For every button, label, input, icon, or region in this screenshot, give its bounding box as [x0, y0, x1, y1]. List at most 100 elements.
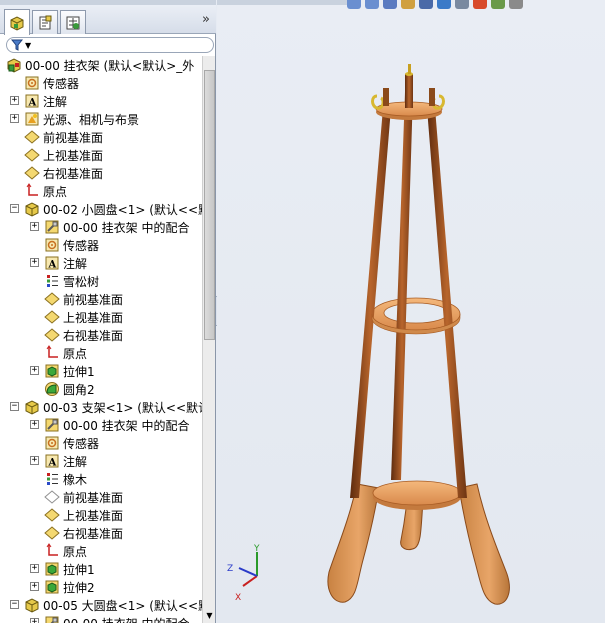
- expand-icon[interactable]: +: [30, 420, 39, 429]
- plane-icon: [44, 309, 60, 325]
- tree-item-label: 右视基准面: [43, 166, 104, 181]
- plane-gray-icon: [44, 489, 60, 505]
- tree-item-label: 注解: [63, 454, 88, 469]
- tree-item[interactable]: 前视基准面: [24, 128, 103, 146]
- tree-item-label: 雪松树: [63, 274, 100, 289]
- sensor-icon: [24, 75, 40, 91]
- tree-item[interactable]: 右视基准面: [44, 524, 123, 542]
- tree-item[interactable]: 原点: [44, 344, 87, 362]
- tree-item[interactable]: 圆角2: [44, 380, 95, 398]
- tree-item-label: 00-00 挂衣架 (默认<默认>_外: [25, 58, 195, 73]
- tree-item[interactable]: 原点: [44, 542, 87, 560]
- annotation-icon: A: [44, 255, 60, 271]
- triad-y-label: Y: [253, 544, 260, 554]
- expand-icon[interactable]: +: [30, 618, 39, 623]
- tree-item[interactable]: 前视基准面: [44, 488, 123, 506]
- plane-icon: [44, 291, 60, 307]
- expand-icon[interactable]: +: [30, 258, 39, 267]
- property-manager-icon: [39, 15, 52, 29]
- extrude-icon: [44, 561, 60, 577]
- property-manager-tab[interactable]: [32, 10, 58, 34]
- expand-icon[interactable]: +: [30, 582, 39, 591]
- origin-icon: [24, 183, 40, 199]
- tree-item[interactable]: +00-00 挂衣架 中的配合: [30, 218, 190, 236]
- view-triad: Y X Z: [227, 544, 260, 603]
- tree-item-label: 注解: [43, 94, 68, 109]
- tree-item-label: 原点: [43, 184, 68, 199]
- tree-item[interactable]: − 00-05 大圆盘<1> (默认<<默: [10, 596, 202, 614]
- tree-item-label: 橡木: [63, 472, 88, 487]
- tree-item[interactable]: 传感器: [44, 434, 99, 452]
- tree-item-label: 上视基准面: [43, 148, 104, 163]
- long-legs: [350, 92, 467, 498]
- expand-icon[interactable]: +: [30, 366, 39, 375]
- tree-item[interactable]: 传感器: [44, 236, 99, 254]
- mates-icon: [44, 219, 60, 235]
- triad-z-label: Z: [227, 564, 233, 574]
- part-icon: [24, 399, 40, 415]
- tree-item[interactable]: + A 注解: [10, 92, 68, 110]
- model-canvas: Y X Z: [227, 64, 510, 605]
- tree-item[interactable]: 右视基准面: [44, 326, 123, 344]
- tree-scrollbar[interactable]: ▼: [202, 56, 215, 623]
- assembly-icon: [6, 57, 22, 73]
- collapse-icon[interactable]: −: [10, 204, 19, 213]
- scrollbar-thumb[interactable]: [204, 70, 215, 340]
- tree-item[interactable]: +00-00 挂衣架 中的配合: [30, 416, 190, 434]
- graphics-viewport[interactable]: Y X Z: [217, 0, 605, 623]
- tree-item-label: 拉伸2: [63, 580, 95, 595]
- extrude-icon: [44, 579, 60, 595]
- tree-filter[interactable]: ▼: [6, 37, 214, 53]
- tree-item-label: 上视基准面: [63, 508, 124, 523]
- feature-manager-tab[interactable]: [4, 9, 30, 35]
- tree-item[interactable]: +00-00 挂衣架 中的配合: [30, 614, 190, 623]
- expand-icon[interactable]: +: [30, 564, 39, 573]
- tree-item[interactable]: 雪松树: [44, 272, 99, 290]
- tree-item[interactable]: − 00-03 支架<1> (默认<<默认: [10, 398, 202, 416]
- tree-item-label: 右视基准面: [63, 328, 124, 343]
- fillet-icon: [44, 381, 60, 397]
- tree-item-label: 圆角2: [63, 382, 95, 397]
- tree-item[interactable]: 原点: [24, 182, 67, 200]
- mates-icon: [44, 615, 60, 623]
- feature-tree: 00-00 挂衣架 (默认<默认>_外 传感器 + A 注解 + 光源、相机与布景 前视基准面…: [0, 56, 202, 623]
- tree-item[interactable]: 上视基准面: [44, 308, 123, 326]
- expand-icon[interactable]: +: [10, 96, 19, 105]
- tree-item-label: 注解: [63, 256, 88, 271]
- tree-item[interactable]: + 拉伸1: [30, 560, 95, 578]
- tree-item[interactable]: 前视基准面: [44, 290, 123, 308]
- tree-item[interactable]: 上视基准面: [44, 506, 123, 524]
- tree-item-label: 前视基准面: [43, 130, 104, 145]
- expand-icon[interactable]: +: [30, 222, 39, 231]
- svg-text:A: A: [28, 98, 37, 109]
- collapse-icon[interactable]: −: [10, 600, 19, 609]
- tree-item[interactable]: + 拉伸1: [30, 362, 95, 380]
- tree-item-label: 光源、相机与布景: [43, 112, 140, 127]
- chevron-right-icon[interactable]: »: [202, 12, 210, 27]
- tree-item[interactable]: − 00-02 小圆盘<1> (默认<<默: [10, 200, 202, 218]
- tree-item[interactable]: + A 注解: [30, 452, 88, 470]
- configuration-manager-tab[interactable]: [60, 10, 86, 34]
- tree-item-label: 拉伸1: [63, 364, 95, 379]
- tree-item[interactable]: 传感器: [24, 74, 79, 92]
- bottom-disc: [372, 480, 462, 510]
- tree-item[interactable]: + 拉伸2: [30, 578, 95, 596]
- origin-icon: [44, 345, 60, 361]
- tree-item-label: 原点: [63, 346, 88, 361]
- expand-icon[interactable]: +: [30, 456, 39, 465]
- annotation-icon: A: [24, 93, 40, 109]
- tree-item[interactable]: 上视基准面: [24, 146, 103, 164]
- collapse-icon[interactable]: −: [10, 402, 19, 411]
- tree-item[interactable]: 00-00 挂衣架 (默认<默认>_外: [6, 56, 194, 74]
- tree-item-label: 传感器: [43, 76, 80, 91]
- tree-item[interactable]: + A 注解: [30, 254, 88, 272]
- tree-item[interactable]: 橡木: [44, 470, 87, 488]
- expand-icon[interactable]: +: [10, 114, 19, 123]
- triad-x-label: X: [235, 593, 241, 603]
- extrude-icon: [44, 363, 60, 379]
- tree-item[interactable]: 右视基准面: [24, 164, 103, 182]
- panel-tabs: »: [0, 0, 216, 35]
- scroll-down-icon[interactable]: ▼: [204, 610, 215, 621]
- tree-item[interactable]: + 光源、相机与布景: [10, 110, 140, 128]
- part-icon: [24, 201, 40, 217]
